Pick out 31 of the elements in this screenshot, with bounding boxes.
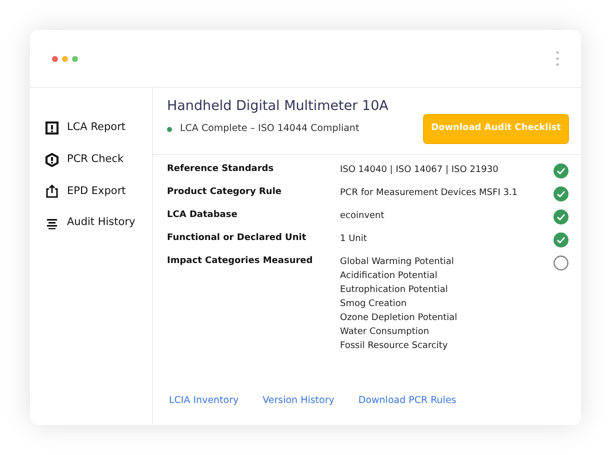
- field-value: Eutrophication Potential: [340, 284, 449, 296]
- footer-link[interactable]: LCIA Inventory: [169, 394, 239, 408]
- field-label: Functional or Declared Unit: [167, 232, 308, 244]
- field-value: 1 Unit: [340, 232, 368, 246]
- footer-link[interactable]: Download PCR Rules: [358, 394, 456, 408]
- upload-icon: [45, 184, 59, 198]
- field-label: Product Category Rule: [167, 186, 283, 198]
- field-value: Global Warming Potential: [340, 256, 455, 268]
- field-label: LCA Database: [167, 208, 238, 222]
- status-text: LCA Complete – ISO 14044 Compliant: [180, 122, 360, 136]
- field-label: Impact Categories Measured: [167, 254, 314, 268]
- sidebar-item[interactable]: Audit History: [67, 215, 136, 231]
- field-value: Fossil Resource Scarcity: [340, 340, 449, 352]
- alert-square-icon: [45, 120, 59, 135]
- footer-link[interactable]: Version History: [262, 394, 334, 408]
- field-value: Water Consumption: [340, 326, 430, 338]
- sidebar-item[interactable]: PCR Check: [67, 152, 124, 168]
- field-value: PCR for Measurement Devices MSFI 3.1: [340, 186, 519, 200]
- field-value: Ozone Depletion Potential: [340, 312, 458, 324]
- alert-hexagon-icon: [45, 152, 59, 167]
- lines-icon: [45, 216, 59, 230]
- product-title: Handheld Digital Multimeter 10A: [167, 98, 388, 114]
- field-label: Reference Standards: [167, 162, 275, 176]
- sidebar-item[interactable]: LCA Report: [67, 120, 126, 136]
- status-dot: [167, 126, 172, 132]
- field-value: ecoinvent: [340, 210, 386, 222]
- sidebar-item[interactable]: EPD Export: [67, 184, 126, 200]
- field-value: ISO 14040 | ISO 14067 | ISO 21930: [340, 164, 500, 176]
- field-value: Acidification Potential: [340, 270, 438, 282]
- field-value: Smog Creation: [340, 298, 408, 310]
- more-menu-icon[interactable]: [556, 51, 559, 66]
